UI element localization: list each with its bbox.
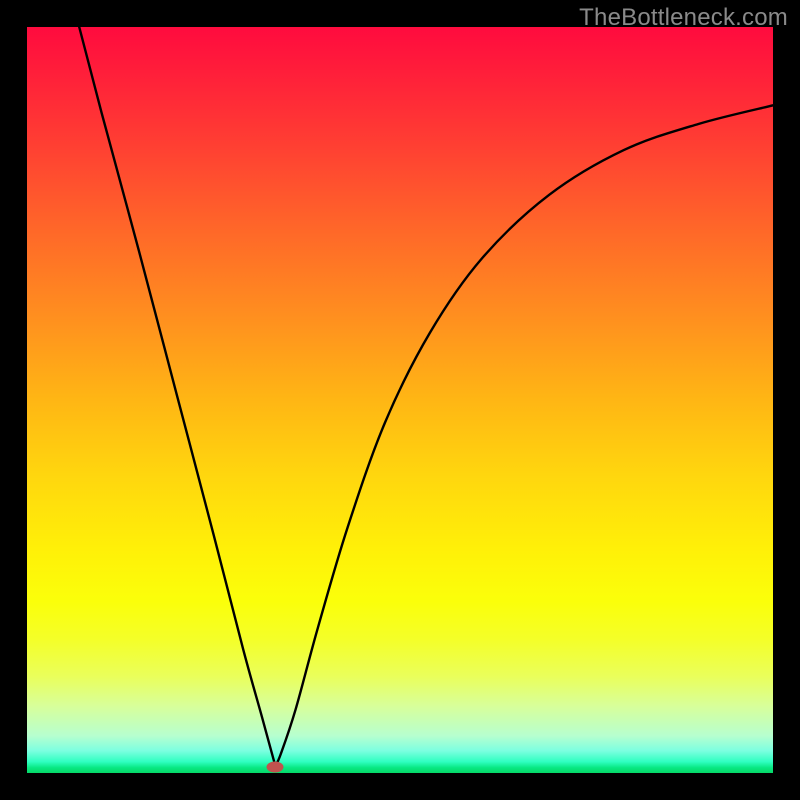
bottleneck-curve xyxy=(27,27,773,773)
plot-area xyxy=(27,27,773,773)
chart-frame: TheBottleneck.com xyxy=(0,0,800,800)
optimum-marker xyxy=(267,762,284,773)
